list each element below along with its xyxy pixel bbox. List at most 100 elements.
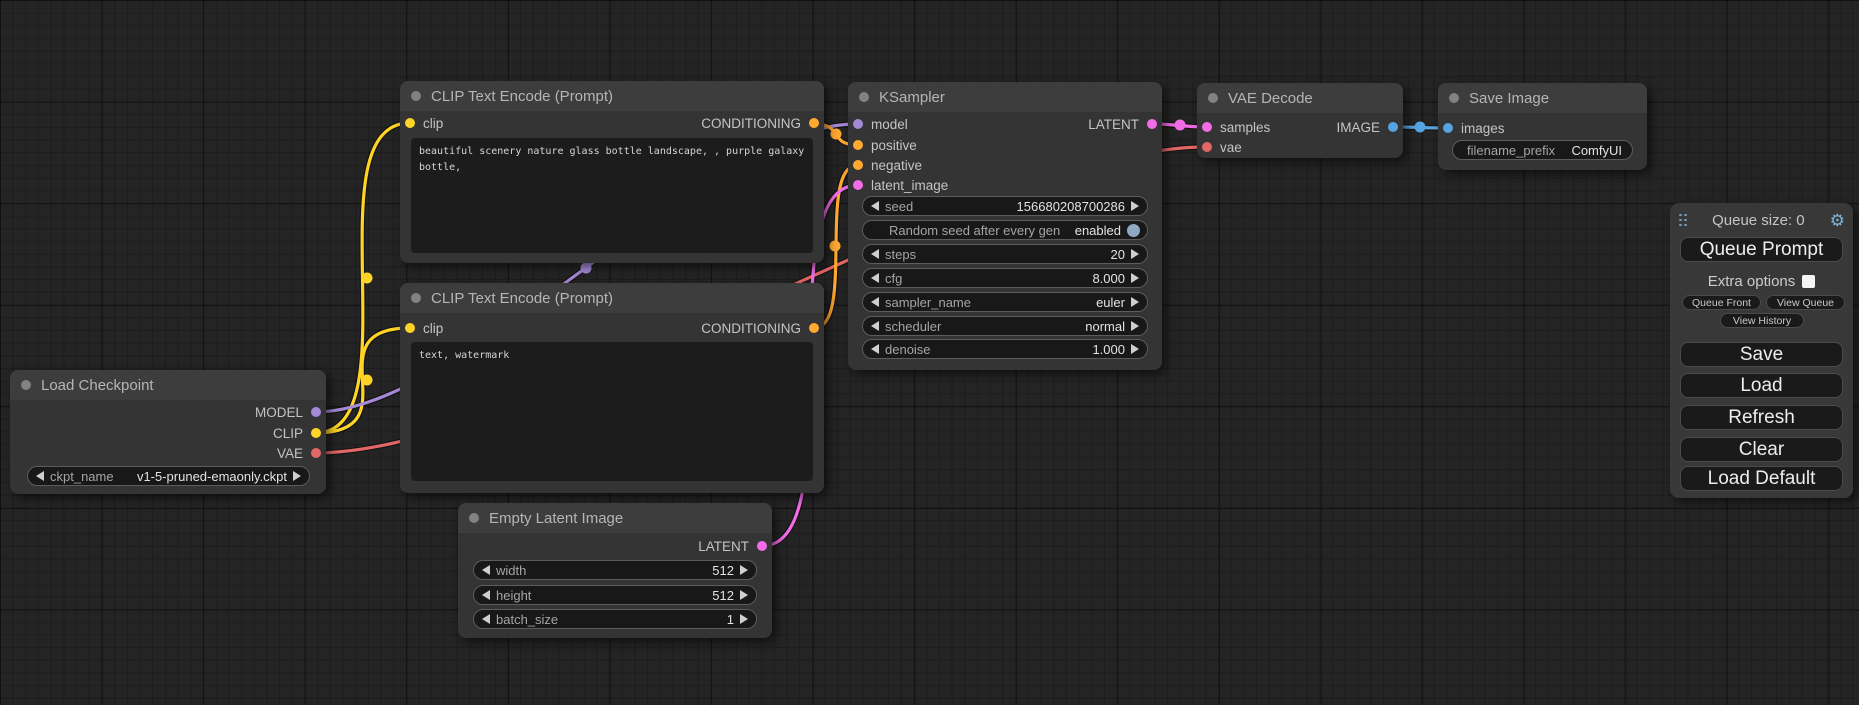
node-ksampler[interactable]: KSampler model positive negative latent_… — [848, 82, 1162, 370]
slot-model-output[interactable]: MODEL — [255, 402, 321, 422]
decrement-icon[interactable] — [482, 614, 490, 624]
widget-denoise[interactable]: denoise 1.000 — [862, 339, 1148, 359]
increment-icon[interactable] — [1131, 321, 1139, 331]
decrement-icon[interactable] — [871, 273, 879, 283]
widget-cfg[interactable]: cfg 8.000 — [862, 268, 1148, 288]
slot-latent-output[interactable]: LATENT — [1088, 114, 1157, 134]
conditioning-port-icon[interactable] — [853, 140, 863, 150]
increment-icon[interactable] — [740, 614, 748, 624]
conditioning-port-icon[interactable] — [809, 323, 819, 333]
queue-prompt-button[interactable]: Queue Prompt — [1680, 237, 1843, 262]
view-queue-button[interactable]: View Queue — [1766, 295, 1845, 310]
widget-random-seed-toggle[interactable]: Random seed after every gen enabled — [862, 220, 1148, 240]
refresh-button[interactable]: Refresh — [1680, 405, 1843, 430]
toggle-on-icon[interactable] — [1127, 224, 1140, 237]
collapse-dot-icon[interactable] — [469, 513, 479, 523]
node-graph-canvas[interactable]: Load Checkpoint MODEL CLIP VAE ckpt_name… — [0, 0, 1859, 705]
conditioning-port-icon[interactable] — [809, 118, 819, 128]
node-save-image[interactable]: Save Image images filename_prefix ComfyU… — [1438, 83, 1647, 170]
decrement-icon[interactable] — [482, 565, 490, 575]
collapse-dot-icon[interactable] — [1449, 93, 1459, 103]
node-header[interactable]: Save Image — [1438, 83, 1647, 113]
model-port-icon[interactable] — [311, 407, 321, 417]
widget-height[interactable]: height 512 — [473, 585, 757, 605]
image-port-icon[interactable] — [1443, 123, 1453, 133]
collapse-dot-icon[interactable] — [859, 92, 869, 102]
node-header[interactable]: KSampler — [848, 82, 1162, 112]
node-clip-text-encode-positive[interactable]: CLIP Text Encode (Prompt) clip CONDITION… — [400, 81, 824, 263]
latent-port-icon[interactable] — [1147, 119, 1157, 129]
extra-options-checkbox[interactable] — [1802, 275, 1815, 288]
decrement-icon[interactable] — [871, 321, 879, 331]
collapse-dot-icon[interactable] — [21, 380, 31, 390]
decrement-icon[interactable] — [871, 344, 879, 354]
slot-conditioning-output[interactable]: CONDITIONING — [701, 318, 819, 338]
node-header[interactable]: VAE Decode — [1197, 83, 1403, 113]
widget-filename-prefix[interactable]: filename_prefix ComfyUI — [1452, 140, 1633, 160]
negative-prompt-textarea[interactable]: text, watermark — [411, 342, 813, 481]
increment-icon[interactable] — [1131, 249, 1139, 259]
clip-port-icon[interactable] — [405, 118, 415, 128]
drag-handle-icon[interactable] — [1679, 214, 1687, 227]
widget-ckpt-name[interactable]: ckpt_name v1-5-pruned-emaonly.ckpt — [27, 466, 310, 486]
widget-batch-size[interactable]: batch_size 1 — [473, 609, 757, 629]
clip-port-icon[interactable] — [405, 323, 415, 333]
slot-images-input[interactable]: images — [1443, 118, 1505, 138]
widget-width[interactable]: width 512 — [473, 560, 757, 580]
node-empty-latent-image[interactable]: Empty Latent Image LATENT width 512 heig… — [458, 503, 772, 638]
slot-samples-input[interactable]: samples — [1202, 117, 1270, 137]
load-default-button[interactable]: Load Default — [1680, 466, 1843, 491]
node-header[interactable]: Load Checkpoint — [10, 370, 326, 400]
node-header[interactable]: CLIP Text Encode (Prompt) — [400, 81, 824, 111]
load-button[interactable]: Load — [1680, 373, 1843, 398]
increment-icon[interactable] — [1131, 297, 1139, 307]
node-load-checkpoint[interactable]: Load Checkpoint MODEL CLIP VAE ckpt_name… — [10, 370, 326, 494]
slot-vae-output[interactable]: VAE — [277, 443, 321, 463]
decrement-icon[interactable] — [871, 201, 879, 211]
slot-clip-input[interactable]: clip — [405, 113, 443, 133]
node-clip-text-encode-negative[interactable]: CLIP Text Encode (Prompt) clip CONDITION… — [400, 283, 824, 493]
slot-vae-input[interactable]: vae — [1202, 137, 1242, 157]
widget-sampler-name[interactable]: sampler_name euler — [862, 292, 1148, 312]
latent-port-icon[interactable] — [1202, 122, 1212, 132]
clip-port-icon[interactable] — [311, 428, 321, 438]
increment-icon[interactable] — [1131, 273, 1139, 283]
widget-steps[interactable]: steps 20 — [862, 244, 1148, 264]
slot-positive-input[interactable]: positive — [853, 135, 917, 155]
collapse-dot-icon[interactable] — [411, 293, 421, 303]
clear-button[interactable]: Clear — [1680, 437, 1843, 462]
increment-icon[interactable] — [1131, 344, 1139, 354]
vae-port-icon[interactable] — [311, 448, 321, 458]
slot-image-output[interactable]: IMAGE — [1336, 117, 1398, 137]
vae-port-icon[interactable] — [1202, 142, 1212, 152]
node-header[interactable]: CLIP Text Encode (Prompt) — [400, 283, 824, 313]
slot-latent-output[interactable]: LATENT — [698, 536, 767, 556]
latent-port-icon[interactable] — [853, 180, 863, 190]
slot-negative-input[interactable]: negative — [853, 155, 922, 175]
slot-clip-input[interactable]: clip — [405, 318, 443, 338]
increment-icon[interactable] — [740, 565, 748, 575]
view-history-button[interactable]: View History — [1720, 313, 1804, 328]
model-port-icon[interactable] — [853, 119, 863, 129]
widget-seed[interactable]: seed 156680208700286 — [862, 196, 1148, 216]
increment-icon[interactable] — [740, 590, 748, 600]
slot-model-input[interactable]: model — [853, 114, 908, 134]
gear-icon[interactable]: ⚙ — [1830, 212, 1845, 229]
increment-icon[interactable] — [1131, 201, 1139, 211]
node-header[interactable]: Empty Latent Image — [458, 503, 772, 533]
latent-port-icon[interactable] — [757, 541, 767, 551]
conditioning-port-icon[interactable] — [853, 160, 863, 170]
decrement-icon[interactable] — [871, 297, 879, 307]
increment-icon[interactable] — [293, 471, 301, 481]
slot-conditioning-output[interactable]: CONDITIONING — [701, 113, 819, 133]
decrement-icon[interactable] — [871, 249, 879, 259]
collapse-dot-icon[interactable] — [411, 91, 421, 101]
save-button[interactable]: Save — [1680, 342, 1843, 367]
slot-latent-image-input[interactable]: latent_image — [853, 175, 948, 195]
node-vae-decode[interactable]: VAE Decode samples vae IMAGE — [1197, 83, 1403, 158]
positive-prompt-textarea[interactable]: beautiful scenery nature glass bottle la… — [411, 138, 813, 253]
queue-front-button[interactable]: Queue Front — [1682, 295, 1761, 310]
decrement-icon[interactable] — [482, 590, 490, 600]
queue-panel[interactable]: Queue size: 0 ⚙ Queue Prompt Extra optio… — [1670, 203, 1853, 498]
decrement-icon[interactable] — [36, 471, 44, 481]
